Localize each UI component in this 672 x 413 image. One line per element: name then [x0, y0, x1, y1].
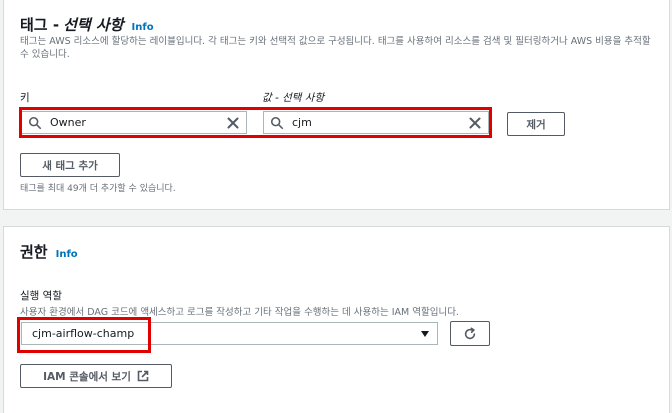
tags-header: 태그 - 선택 사항 Info — [20, 14, 154, 35]
view-iam-console-button[interactable]: IAM 콘솔에서 보기 — [20, 364, 172, 388]
permissions-title: 권한 — [20, 243, 48, 261]
tag-key-label: 키 — [20, 92, 30, 104]
tag-key-input[interactable]: Owner — [21, 111, 247, 134]
refresh-roles-button[interactable] — [450, 321, 490, 346]
permissions-panel: 권한 Info 실행 역할 사용자 환경에서 DAG 코드에 액세스하고 로그를… — [3, 226, 670, 413]
external-link-icon — [137, 370, 149, 382]
search-icon — [28, 116, 42, 129]
clear-icon[interactable] — [227, 117, 239, 129]
tags-description: 태그는 AWS 리소스에 할당하는 레이블입니다. 각 태그는 키와 선택적 값… — [20, 36, 651, 60]
tags-hint: 태그를 최대 49개 더 추가할 수 있습니다. — [20, 184, 176, 194]
tag-value-label: 값 - 선택 사항 — [262, 92, 325, 104]
add-tag-button[interactable]: 새 태그 추가 — [20, 153, 120, 177]
tag-value-input[interactable]: cjm — [263, 111, 489, 134]
role-label: 실행 역할 — [20, 290, 62, 302]
clear-icon[interactable] — [469, 117, 481, 129]
tags-title-optional: 선택 사항 — [63, 16, 124, 34]
chevron-down-icon — [421, 330, 429, 337]
tags-info-link[interactable]: Info — [132, 22, 154, 33]
view-iam-console-label: IAM 콘솔에서 보기 — [43, 370, 131, 383]
remove-tag-button[interactable]: 제거 — [507, 112, 565, 136]
tags-title: 태그 - — [20, 16, 60, 34]
execution-role-value: cjm-airflow-champ — [32, 327, 135, 340]
permissions-header: 권한 Info — [20, 241, 78, 262]
refresh-icon — [464, 327, 476, 339]
tag-key-value: Owner — [50, 116, 86, 129]
execution-role-select[interactable]: cjm-airflow-champ — [21, 322, 438, 345]
search-icon — [270, 116, 284, 129]
tag-value-value: cjm — [292, 116, 312, 129]
permissions-info-link[interactable]: Info — [56, 249, 78, 260]
role-description: 사용자 환경에서 DAG 코드에 액세스하고 로그를 작성하고 기타 작업을 수… — [20, 307, 459, 318]
tags-panel: 태그 - 선택 사항 Info 태그는 AWS 리소스에 할당하는 레이블입니다… — [3, 0, 670, 210]
